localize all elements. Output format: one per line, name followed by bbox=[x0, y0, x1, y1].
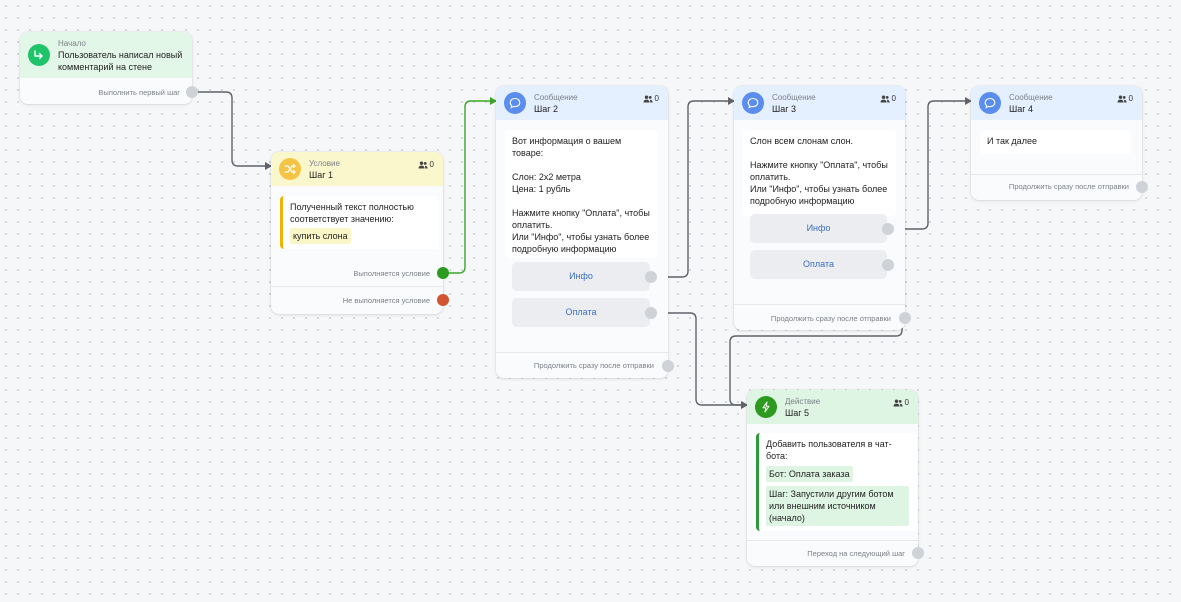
port-condition-true[interactable] bbox=[437, 267, 449, 279]
wire-start-to-step1 bbox=[192, 91, 272, 170]
node-title: Шаг 2 bbox=[534, 103, 559, 114]
node-step2[interactable]: Сообщение Шаг 2 0 Вот информация о вашем… bbox=[496, 86, 668, 378]
node-footer-label: Продолжить сразу после отправки bbox=[770, 314, 891, 323]
out-true-label: Выполняется условие bbox=[353, 269, 430, 278]
port-step5-out[interactable] bbox=[912, 547, 924, 559]
node-step2-header: Сообщение Шаг 2 0 bbox=[496, 86, 668, 120]
shuffle-icon bbox=[279, 158, 301, 180]
node-kind: Действие bbox=[785, 396, 821, 406]
subscriber-count: 0 bbox=[1117, 94, 1133, 103]
subscriber-count: 0 bbox=[880, 94, 896, 103]
message-button-info[interactable]: Инфо bbox=[512, 262, 650, 291]
action-text: Добавить пользователя в чат-бота: bbox=[766, 439, 892, 461]
message-text: Вот информация о вашем товаре: Слон: 2x2… bbox=[505, 130, 658, 258]
condition-card: Полученный текст полностью соответствует… bbox=[280, 196, 439, 249]
node-step1-header: Условие Шаг 1 0 bbox=[271, 152, 443, 186]
subscriber-count: 0 bbox=[418, 160, 434, 169]
node-step5-header: Действие Шаг 5 0 bbox=[747, 390, 918, 424]
message-button-pay[interactable]: Оплата bbox=[750, 250, 887, 279]
users-icon bbox=[893, 399, 903, 406]
port-step2-out[interactable] bbox=[662, 360, 674, 372]
node-kind: Условие bbox=[309, 158, 340, 168]
lightning-icon bbox=[755, 396, 777, 418]
count-value: 0 bbox=[1128, 94, 1133, 103]
message-button-info[interactable]: Инфо bbox=[750, 214, 887, 243]
node-kind: Сообщение bbox=[772, 92, 816, 102]
chat-bubble-icon bbox=[979, 92, 1001, 114]
node-start[interactable]: Начало Пользователь написал новый коммен… bbox=[20, 32, 192, 104]
message-text: Слон всем слонам слон. Нажмите кнопку "О… bbox=[743, 130, 896, 216]
count-value: 0 bbox=[904, 398, 909, 407]
port-step3-out[interactable] bbox=[899, 312, 911, 324]
port-start-out[interactable] bbox=[186, 86, 198, 98]
node-footer-label: Продолжить сразу после отправки bbox=[1008, 182, 1129, 191]
message-text: И так далее bbox=[980, 130, 1131, 154]
port-step2-info[interactable] bbox=[645, 271, 657, 283]
port-step3-info[interactable] bbox=[882, 223, 894, 235]
node-footer-label: Переход на следующий шаг bbox=[807, 549, 905, 558]
node-title: Шаг 3 bbox=[772, 103, 797, 114]
node-step4-header: Сообщение Шаг 4 0 bbox=[971, 86, 1142, 120]
arrow-enter-icon bbox=[28, 44, 50, 66]
action-step-tag: Шаг: Запустили другим ботом или внешним … bbox=[766, 486, 909, 526]
chat-bubble-icon bbox=[504, 92, 526, 114]
users-icon bbox=[418, 161, 428, 168]
node-step3[interactable]: Сообщение Шаг 3 0 Слон всем слонам слон.… bbox=[734, 86, 905, 330]
message-button-pay[interactable]: Оплата bbox=[512, 298, 650, 327]
node-step5[interactable]: Действие Шаг 5 0 Добавить пользователя в… bbox=[747, 390, 918, 566]
node-kind: Сообщение bbox=[1009, 92, 1053, 102]
users-icon bbox=[643, 95, 653, 102]
users-icon bbox=[880, 95, 890, 102]
out-false-label: Не выполняется условие bbox=[342, 296, 430, 305]
count-value: 0 bbox=[429, 160, 434, 169]
chat-bubble-icon bbox=[742, 92, 764, 114]
subscriber-count: 0 bbox=[643, 94, 659, 103]
node-footer-label: Продолжить сразу после отправки bbox=[533, 361, 654, 370]
node-start-header: Начало Пользователь написал новый коммен… bbox=[20, 32, 192, 78]
count-value: 0 bbox=[891, 94, 896, 103]
action-card: Добавить пользователя в чат-бота: Бот: О… bbox=[756, 433, 917, 531]
port-step4-out[interactable] bbox=[1136, 181, 1148, 193]
node-title: Шаг 5 bbox=[785, 407, 810, 418]
condition-text: Полученный текст полностью соответствует… bbox=[290, 202, 414, 224]
node-step3-header: Сообщение Шаг 3 0 bbox=[734, 86, 905, 120]
users-icon bbox=[1117, 95, 1127, 102]
condition-value: купить слона bbox=[290, 228, 351, 244]
node-step1[interactable]: Условие Шаг 1 0 Полученный текст полност… bbox=[271, 152, 443, 314]
port-step3-pay[interactable] bbox=[882, 259, 894, 271]
port-step2-pay[interactable] bbox=[645, 307, 657, 319]
count-value: 0 bbox=[654, 94, 659, 103]
node-title: Шаг 1 bbox=[309, 169, 334, 180]
port-condition-false[interactable] bbox=[437, 294, 449, 306]
node-footer-label: Выполнить первый шаг bbox=[98, 88, 180, 97]
node-title: Шаг 4 bbox=[1009, 103, 1034, 114]
subscriber-count: 0 bbox=[893, 398, 909, 407]
action-bot-tag: Бот: Оплата заказа bbox=[766, 466, 853, 482]
node-step4[interactable]: Сообщение Шаг 4 0 И так далее Продолжить… bbox=[971, 86, 1142, 200]
wire-step1-to-step2 bbox=[443, 97, 497, 274]
node-kind: Сообщение bbox=[534, 92, 578, 102]
node-kind: Начало bbox=[58, 38, 86, 48]
node-title: Пользователь написал новый комментарий н… bbox=[58, 49, 183, 72]
